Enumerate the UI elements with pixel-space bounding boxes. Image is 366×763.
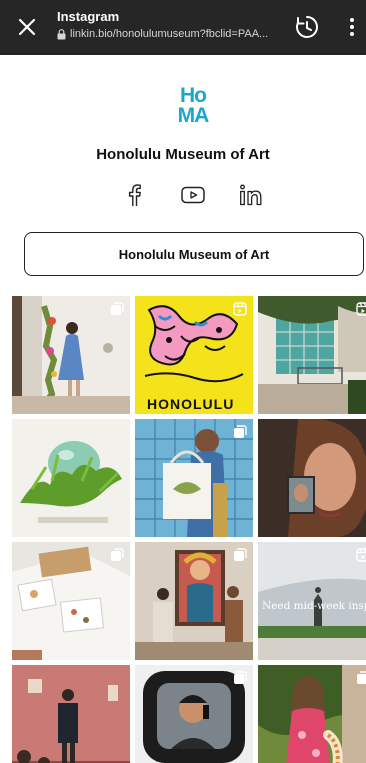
logo-line-1: Ho <box>180 84 207 107</box>
url-bar[interactable]: Instagram linkin.bio/honolulumuseum?fbcl… <box>57 9 287 40</box>
grid-tile[interactable]: Need mid-week inspo <box>258 542 366 660</box>
tile-caption: Need mid-week inspo <box>262 600 366 612</box>
close-icon[interactable] <box>14 14 40 40</box>
grid-tile[interactable] <box>135 542 253 660</box>
grid-tile[interactable] <box>12 542 130 660</box>
carousel-icon <box>234 671 247 684</box>
grid-tile[interactable] <box>12 296 130 414</box>
url-text: linkin.bio/honolulumuseum?fbclid=PAA... <box>70 28 269 40</box>
carousel-icon <box>111 548 124 561</box>
grid-tile[interactable]: HONOLULU <box>135 296 253 414</box>
profile-name: Honolulu Museum of Art <box>96 146 270 163</box>
homa-logo: Ho MA <box>170 84 216 128</box>
photo-grid: HONOLULU Need mid-week inspo <box>12 296 366 763</box>
history-icon[interactable] <box>294 14 320 40</box>
lock-icon <box>57 28 66 39</box>
logo-line-2: MA <box>177 104 210 127</box>
grid-tile[interactable] <box>135 419 253 537</box>
carousel-icon <box>234 425 247 438</box>
grid-tile[interactable] <box>12 419 130 537</box>
poster-text: HONOLULU <box>147 396 235 412</box>
youtube-icon[interactable] <box>178 180 208 210</box>
carousel-icon <box>111 302 124 315</box>
more-options-icon[interactable] <box>342 14 362 40</box>
facebook-icon[interactable] <box>119 180 149 210</box>
carousel-icon <box>234 548 247 561</box>
grid-tile[interactable] <box>258 296 366 414</box>
reel-icon <box>233 302 247 316</box>
grid-tile[interactable] <box>12 665 130 763</box>
museum-link-button[interactable]: Honolulu Museum of Art <box>24 232 364 276</box>
social-links <box>0 180 366 210</box>
page-title: Instagram <box>57 9 120 24</box>
grid-tile[interactable] <box>258 665 366 763</box>
grid-tile[interactable] <box>258 419 366 537</box>
browser-top-bar: Instagram linkin.bio/honolulumuseum?fbcl… <box>0 0 366 55</box>
reel-icon <box>356 302 366 316</box>
linkedin-icon[interactable] <box>237 180 267 210</box>
grid-tile[interactable] <box>135 665 253 763</box>
carousel-icon <box>357 671 366 684</box>
reel-icon <box>356 548 366 562</box>
